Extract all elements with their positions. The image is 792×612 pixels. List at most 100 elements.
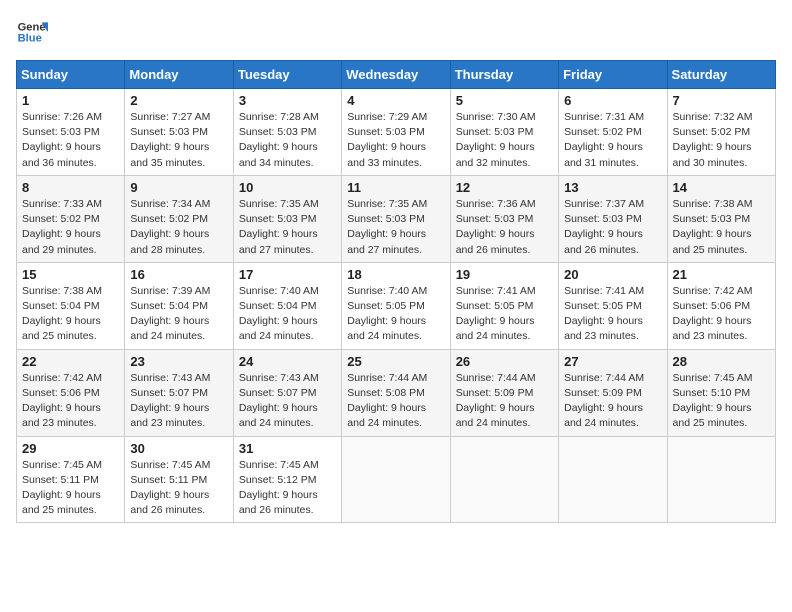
day-cell: 14 Sunrise: 7:38 AM Sunset: 5:03 PM Dayli… (667, 175, 775, 262)
day-cell: 7 Sunrise: 7:32 AM Sunset: 5:02 PM Daylig… (667, 89, 775, 176)
day-cell: 16 Sunrise: 7:39 AM Sunset: 5:04 PM Dayli… (125, 262, 233, 349)
day-number: 18 (347, 267, 444, 282)
day-number: 11 (347, 180, 444, 195)
day-info: Sunrise: 7:42 AM Sunset: 5:06 PM Dayligh… (673, 284, 770, 345)
day-cell: 8 Sunrise: 7:33 AM Sunset: 5:02 PM Daylig… (17, 175, 125, 262)
week-row-2: 8 Sunrise: 7:33 AM Sunset: 5:02 PM Daylig… (17, 175, 776, 262)
day-number: 21 (673, 267, 770, 282)
day-cell: 3 Sunrise: 7:28 AM Sunset: 5:03 PM Daylig… (233, 89, 341, 176)
day-number: 8 (22, 180, 119, 195)
day-cell: 24Sunrise: 7:43 AM Sunset: 5:07 PM Dayli… (233, 349, 341, 436)
day-info: Sunrise: 7:26 AM Sunset: 5:03 PM Dayligh… (22, 110, 119, 171)
day-info: Sunrise: 7:45 AM Sunset: 5:11 PM Dayligh… (130, 458, 227, 519)
day-info: Sunrise: 7:42 AM Sunset: 5:06 PM Dayligh… (22, 371, 119, 432)
day-info: Sunrise: 7:40 AM Sunset: 5:05 PM Dayligh… (347, 284, 444, 345)
day-cell (342, 436, 450, 523)
day-cell: 31 Sunrise: 7:45 AM Sunset: 5:12 PM Dayli… (233, 436, 341, 523)
weekday-header-friday: Friday (559, 61, 667, 89)
day-number: 13 (564, 180, 661, 195)
day-info: Sunrise: 7:34 AM Sunset: 5:02 PM Dayligh… (130, 197, 227, 258)
day-cell: 18 Sunrise: 7:40 AM Sunset: 5:05 PM Dayli… (342, 262, 450, 349)
calendar-table: SundayMondayTuesdayWednesdayThursdayFrid… (16, 60, 776, 523)
day-cell: 6 Sunrise: 7:31 AM Sunset: 5:02 PM Daylig… (559, 89, 667, 176)
day-info: Sunrise: 7:35 AM Sunset: 5:03 PM Dayligh… (239, 197, 336, 258)
day-info: Sunrise: 7:40 AM Sunset: 5:04 PM Dayligh… (239, 284, 336, 345)
day-info: Sunrise: 7:45 AM Sunset: 5:12 PM Dayligh… (239, 458, 336, 519)
day-cell: 20 Sunrise: 7:41 AM Sunset: 5:05 PM Dayli… (559, 262, 667, 349)
day-cell: 21 Sunrise: 7:42 AM Sunset: 5:06 PM Dayli… (667, 262, 775, 349)
day-number: 10 (239, 180, 336, 195)
day-cell: 29 Sunrise: 7:45 AM Sunset: 5:11 PM Dayli… (17, 436, 125, 523)
day-number: 30 (130, 441, 227, 456)
day-number: 15 (22, 267, 119, 282)
day-info: Sunrise: 7:41 AM Sunset: 5:05 PM Dayligh… (456, 284, 553, 345)
day-cell (667, 436, 775, 523)
day-info: Sunrise: 7:43 AM Sunset: 5:07 PM Dayligh… (130, 371, 227, 432)
day-number: 6 (564, 93, 661, 108)
day-cell (559, 436, 667, 523)
day-number: 17 (239, 267, 336, 282)
day-number: 27 (564, 354, 661, 369)
day-cell: 22Sunrise: 7:42 AM Sunset: 5:06 PM Dayli… (17, 349, 125, 436)
day-number: 19 (456, 267, 553, 282)
day-info: Sunrise: 7:43 AM Sunset: 5:07 PM Dayligh… (239, 371, 336, 432)
day-cell: 23 Sunrise: 7:43 AM Sunset: 5:07 PM Dayli… (125, 349, 233, 436)
logo-icon: General Blue (16, 16, 48, 48)
svg-text:Blue: Blue (18, 33, 42, 45)
day-info: Sunrise: 7:41 AM Sunset: 5:05 PM Dayligh… (564, 284, 661, 345)
day-info: Sunrise: 7:28 AM Sunset: 5:03 PM Dayligh… (239, 110, 336, 171)
day-number: 26 (456, 354, 553, 369)
header: General Blue (16, 16, 776, 48)
day-info: Sunrise: 7:38 AM Sunset: 5:03 PM Dayligh… (673, 197, 770, 258)
week-row-4: 22Sunrise: 7:42 AM Sunset: 5:06 PM Dayli… (17, 349, 776, 436)
day-info: Sunrise: 7:35 AM Sunset: 5:03 PM Dayligh… (347, 197, 444, 258)
week-row-5: 29 Sunrise: 7:45 AM Sunset: 5:11 PM Dayli… (17, 436, 776, 523)
day-cell: 5Sunrise: 7:30 AM Sunset: 5:03 PM Daylig… (450, 89, 558, 176)
day-info: Sunrise: 7:33 AM Sunset: 5:02 PM Dayligh… (22, 197, 119, 258)
day-number: 29 (22, 441, 119, 456)
day-cell: 11 Sunrise: 7:35 AM Sunset: 5:03 PM Dayli… (342, 175, 450, 262)
day-cell: 28 Sunrise: 7:45 AM Sunset: 5:10 PM Dayli… (667, 349, 775, 436)
weekday-header-saturday: Saturday (667, 61, 775, 89)
day-number: 4 (347, 93, 444, 108)
day-cell: 17 Sunrise: 7:40 AM Sunset: 5:04 PM Dayli… (233, 262, 341, 349)
day-number: 9 (130, 180, 227, 195)
day-info: Sunrise: 7:32 AM Sunset: 5:02 PM Dayligh… (673, 110, 770, 171)
weekday-header-wednesday: Wednesday (342, 61, 450, 89)
day-info: Sunrise: 7:45 AM Sunset: 5:11 PM Dayligh… (22, 458, 119, 519)
day-number: 28 (673, 354, 770, 369)
day-cell: 1 Sunrise: 7:26 AM Sunset: 5:03 PM Daylig… (17, 89, 125, 176)
day-info: Sunrise: 7:38 AM Sunset: 5:04 PM Dayligh… (22, 284, 119, 345)
week-row-3: 15 Sunrise: 7:38 AM Sunset: 5:04 PM Dayli… (17, 262, 776, 349)
day-info: Sunrise: 7:37 AM Sunset: 5:03 PM Dayligh… (564, 197, 661, 258)
day-number: 31 (239, 441, 336, 456)
day-number: 23 (130, 354, 227, 369)
day-cell: 30 Sunrise: 7:45 AM Sunset: 5:11 PM Dayli… (125, 436, 233, 523)
day-info: Sunrise: 7:30 AM Sunset: 5:03 PM Dayligh… (456, 110, 553, 171)
day-cell (450, 436, 558, 523)
day-info: Sunrise: 7:39 AM Sunset: 5:04 PM Dayligh… (130, 284, 227, 345)
logo: General Blue (16, 16, 52, 48)
day-cell: 12Sunrise: 7:36 AM Sunset: 5:03 PM Dayli… (450, 175, 558, 262)
day-number: 7 (673, 93, 770, 108)
day-info: Sunrise: 7:29 AM Sunset: 5:03 PM Dayligh… (347, 110, 444, 171)
day-info: Sunrise: 7:44 AM Sunset: 5:08 PM Dayligh… (347, 371, 444, 432)
day-number: 20 (564, 267, 661, 282)
week-row-1: 1 Sunrise: 7:26 AM Sunset: 5:03 PM Daylig… (17, 89, 776, 176)
weekday-header-tuesday: Tuesday (233, 61, 341, 89)
day-info: Sunrise: 7:45 AM Sunset: 5:10 PM Dayligh… (673, 371, 770, 432)
day-number: 16 (130, 267, 227, 282)
day-cell: 15 Sunrise: 7:38 AM Sunset: 5:04 PM Dayli… (17, 262, 125, 349)
weekday-header-thursday: Thursday (450, 61, 558, 89)
weekday-header-sunday: Sunday (17, 61, 125, 89)
day-number: 25 (347, 354, 444, 369)
day-number: 1 (22, 93, 119, 108)
day-cell: 4 Sunrise: 7:29 AM Sunset: 5:03 PM Daylig… (342, 89, 450, 176)
day-cell: 2Sunrise: 7:27 AM Sunset: 5:03 PM Daylig… (125, 89, 233, 176)
day-number: 14 (673, 180, 770, 195)
day-info: Sunrise: 7:31 AM Sunset: 5:02 PM Dayligh… (564, 110, 661, 171)
day-cell: 10 Sunrise: 7:35 AM Sunset: 5:03 PM Dayli… (233, 175, 341, 262)
day-number: 3 (239, 93, 336, 108)
day-info: Sunrise: 7:44 AM Sunset: 5:09 PM Dayligh… (564, 371, 661, 432)
day-cell: 25 Sunrise: 7:44 AM Sunset: 5:08 PM Dayli… (342, 349, 450, 436)
